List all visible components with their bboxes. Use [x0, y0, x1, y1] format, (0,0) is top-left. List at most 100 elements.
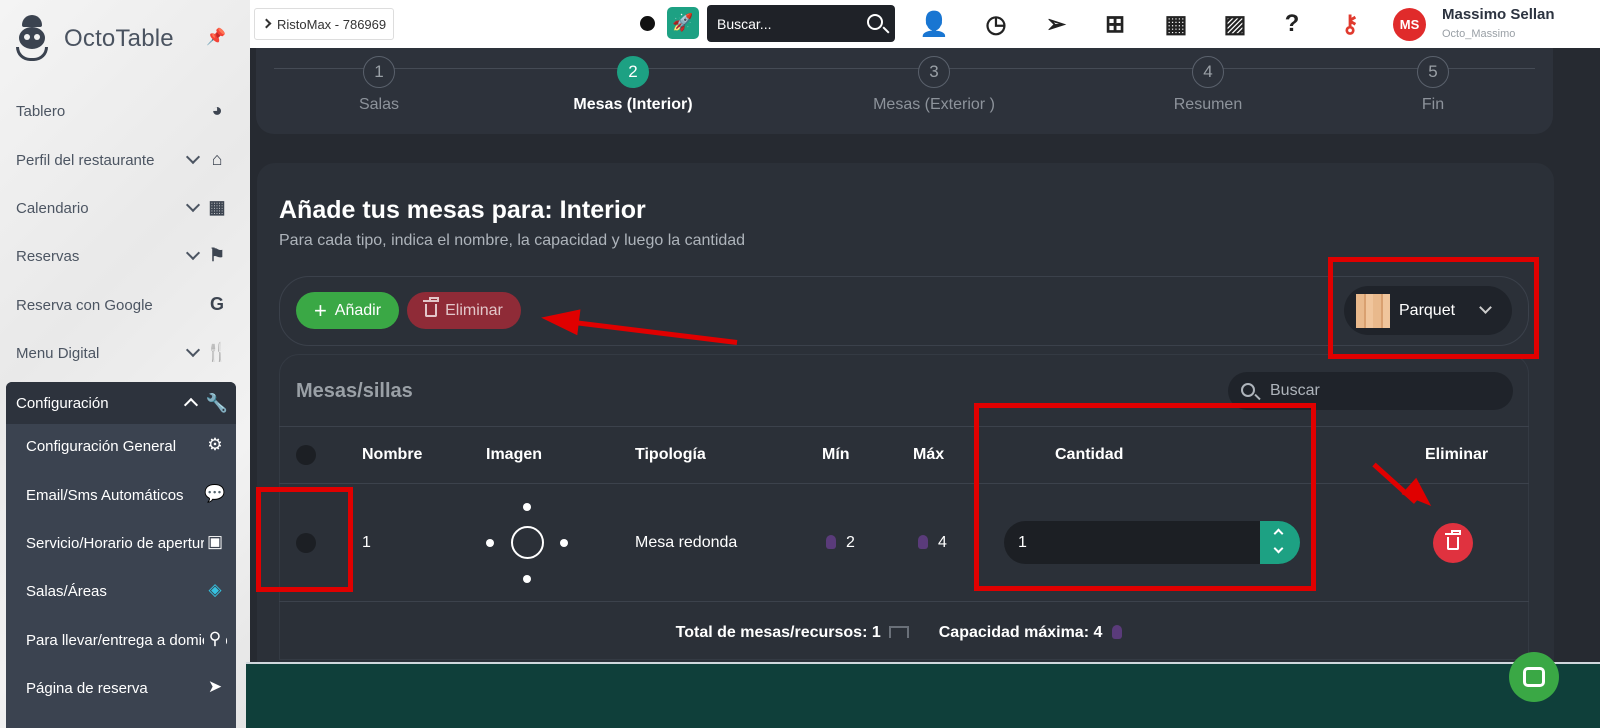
sidebar-subitem-delivery[interactable]: Para llevar/entrega a domicilio ⚲: [6, 616, 236, 664]
sidebar-item-google[interactable]: Reserva con Google G: [0, 281, 236, 329]
delete-selected-button[interactable]: Eliminar: [407, 292, 521, 329]
wrench-icon: 🔧: [205, 392, 229, 413]
sidebar-item-label: Configuración: [16, 394, 109, 412]
step-label: Salas: [358, 96, 400, 113]
table-icon: [888, 626, 909, 638]
user-login: Octo_Massimo: [1442, 28, 1516, 40]
brand[interactable]: OctoTable: [14, 14, 174, 64]
step-4[interactable]: 4 Resumen: [1108, 56, 1308, 114]
chevron-down-icon: [185, 245, 201, 261]
person-icon: [918, 535, 928, 549]
restaurant-name: RistoMax - 786969: [277, 16, 387, 32]
step-label: Mesas (Interior): [573, 96, 693, 113]
search-icon: [1241, 383, 1255, 397]
total-tables: Total de mesas/recursos: 1: [675, 624, 881, 641]
sidebar-item-label: Configuración General: [26, 437, 177, 455]
annotation-box-quantity: [974, 403, 1316, 591]
trash-icon: [1445, 529, 1461, 550]
row-type: Mesa redonda: [635, 534, 738, 551]
send-icon[interactable]: ➢: [1042, 10, 1070, 38]
step-number: 2: [617, 56, 649, 88]
sidebar-item-label: Tablero: [16, 102, 66, 120]
search-placeholder: Buscar: [1270, 382, 1320, 399]
gallery-icon[interactable]: ▨: [1221, 10, 1249, 38]
step-1[interactable]: 1 Salas: [279, 56, 479, 114]
step-label: Resumen: [1173, 96, 1243, 113]
sidebar-item-calendario[interactable]: Calendario ▦: [0, 184, 236, 232]
flag-icon: ⚑: [208, 244, 226, 265]
chat-button[interactable]: [1509, 652, 1559, 702]
status-dot[interactable]: [640, 16, 655, 31]
user-name[interactable]: Massimo Sellan: [1442, 6, 1555, 23]
octopus-logo-icon: [14, 15, 50, 63]
chevron-icon: [261, 18, 272, 29]
add-label: Añadir: [334, 301, 382, 319]
gear-icon: ⚙: [204, 435, 226, 457]
trash-icon: [423, 297, 440, 317]
sidebar-item-configuracion[interactable]: Configuración 🔧: [6, 382, 236, 424]
pin-icon[interactable]: 📌: [206, 27, 226, 47]
sidebar-item-menu-digital[interactable]: Menu Digital 🍴: [0, 329, 236, 377]
sidebar-item-label: Reserva con Google: [16, 296, 153, 314]
calendar-grid-icon[interactable]: ▦: [1162, 10, 1190, 38]
page-subtitle: Para cada tipo, indica el nombre, la cap…: [279, 232, 746, 249]
add-user-icon[interactable]: 👤: [919, 10, 949, 38]
step-5[interactable]: 5 Fin: [1333, 56, 1533, 114]
global-search-input[interactable]: Buscar...: [707, 5, 895, 42]
clock-icon[interactable]: ◷: [982, 10, 1010, 38]
step-label: Fin: [1421, 96, 1445, 113]
sidebar-item-label: Servicio/Horario de apertura: [26, 534, 214, 552]
calendar-icon: ▦: [208, 196, 226, 217]
divider: [279, 483, 1529, 484]
sidebar: OctoTable 📌 Tablero ◕ Perfil del restaur…: [0, 0, 250, 728]
plus-icon: +: [313, 297, 327, 323]
sidebar-item-label: Calendario: [16, 199, 89, 217]
sidebar-item-label: Menu Digital: [16, 344, 100, 362]
sidebar-subitem-general[interactable]: Configuración General ⚙: [6, 422, 236, 470]
step-number: 5: [1417, 56, 1449, 88]
search-icon[interactable]: [867, 14, 883, 30]
step-number: 1: [363, 56, 395, 88]
row-max: 4: [918, 534, 947, 552]
panel-title: Mesas/sillas: [296, 380, 413, 402]
key-icon[interactable]: ⚷: [1336, 10, 1364, 38]
rocket-button[interactable]: 🚀: [667, 7, 699, 39]
rocket-icon: 🚀: [672, 13, 694, 32]
sitemap-icon[interactable]: ⊞: [1101, 10, 1129, 38]
col-header-imagen: Imagen: [486, 446, 543, 463]
sidebar-subitem-email-sms[interactable]: Email/Sms Automáticos 💬: [6, 471, 236, 519]
col-header-eliminar: Eliminar: [1425, 446, 1489, 463]
chat-icon: [1523, 667, 1545, 687]
google-icon: G: [209, 293, 224, 314]
sidebar-item-tablero[interactable]: Tablero ◕: [0, 87, 236, 135]
row-name: 1: [362, 534, 371, 551]
sidebar-subitem-servicio[interactable]: Servicio/Horario de apertura ▣: [6, 519, 236, 567]
help-icon[interactable]: ?: [1278, 10, 1306, 38]
step-2[interactable]: 2 Mesas (Interior): [533, 56, 733, 114]
add-button[interactable]: + Añadir: [296, 292, 399, 329]
page-title: Añade tus mesas para: Interior: [279, 196, 646, 224]
chevron-down-icon: [185, 197, 201, 213]
annotation-box-select: [256, 487, 353, 592]
step-3[interactable]: 3 Mesas (Exterior ): [834, 56, 1034, 114]
col-header-nombre: Nombre: [362, 446, 423, 463]
sidebar-subitem-pagina-reserva[interactable]: Página de reserva ➤: [6, 664, 236, 712]
max-capacity: Capacidad máxima: 4: [938, 624, 1103, 641]
avatar[interactable]: MS: [1393, 8, 1426, 41]
sidebar-item-perfil[interactable]: Perfil del restaurante ⌂: [0, 136, 236, 184]
step-number: 3: [918, 56, 950, 88]
chat-icon: 💬: [204, 484, 226, 506]
wizard-stepper: 1 Salas 2 Mesas (Interior) 3 Mesas (Exte…: [256, 48, 1553, 134]
sidebar-item-label: Para llevar/entrega a domicilio: [26, 631, 228, 649]
delete-label: Eliminar: [445, 301, 503, 319]
home-icon: ⌂: [211, 148, 223, 169]
sidebar-subitem-salas[interactable]: Salas/Áreas ◈: [6, 567, 236, 615]
round-table-image: [484, 500, 572, 586]
sidebar-item-label: Email/Sms Automáticos: [26, 486, 184, 504]
col-header-max: Máx: [913, 446, 945, 463]
sidebar-item-reservas[interactable]: Reservas ⚑: [0, 232, 236, 280]
restaurant-select[interactable]: RistoMax - 786969: [254, 8, 394, 40]
delete-row-button[interactable]: [1433, 523, 1473, 563]
select-all-radio[interactable]: [296, 445, 316, 465]
totals-summary: Total de mesas/recursos: 1 Capacidad máxi…: [279, 624, 1529, 642]
